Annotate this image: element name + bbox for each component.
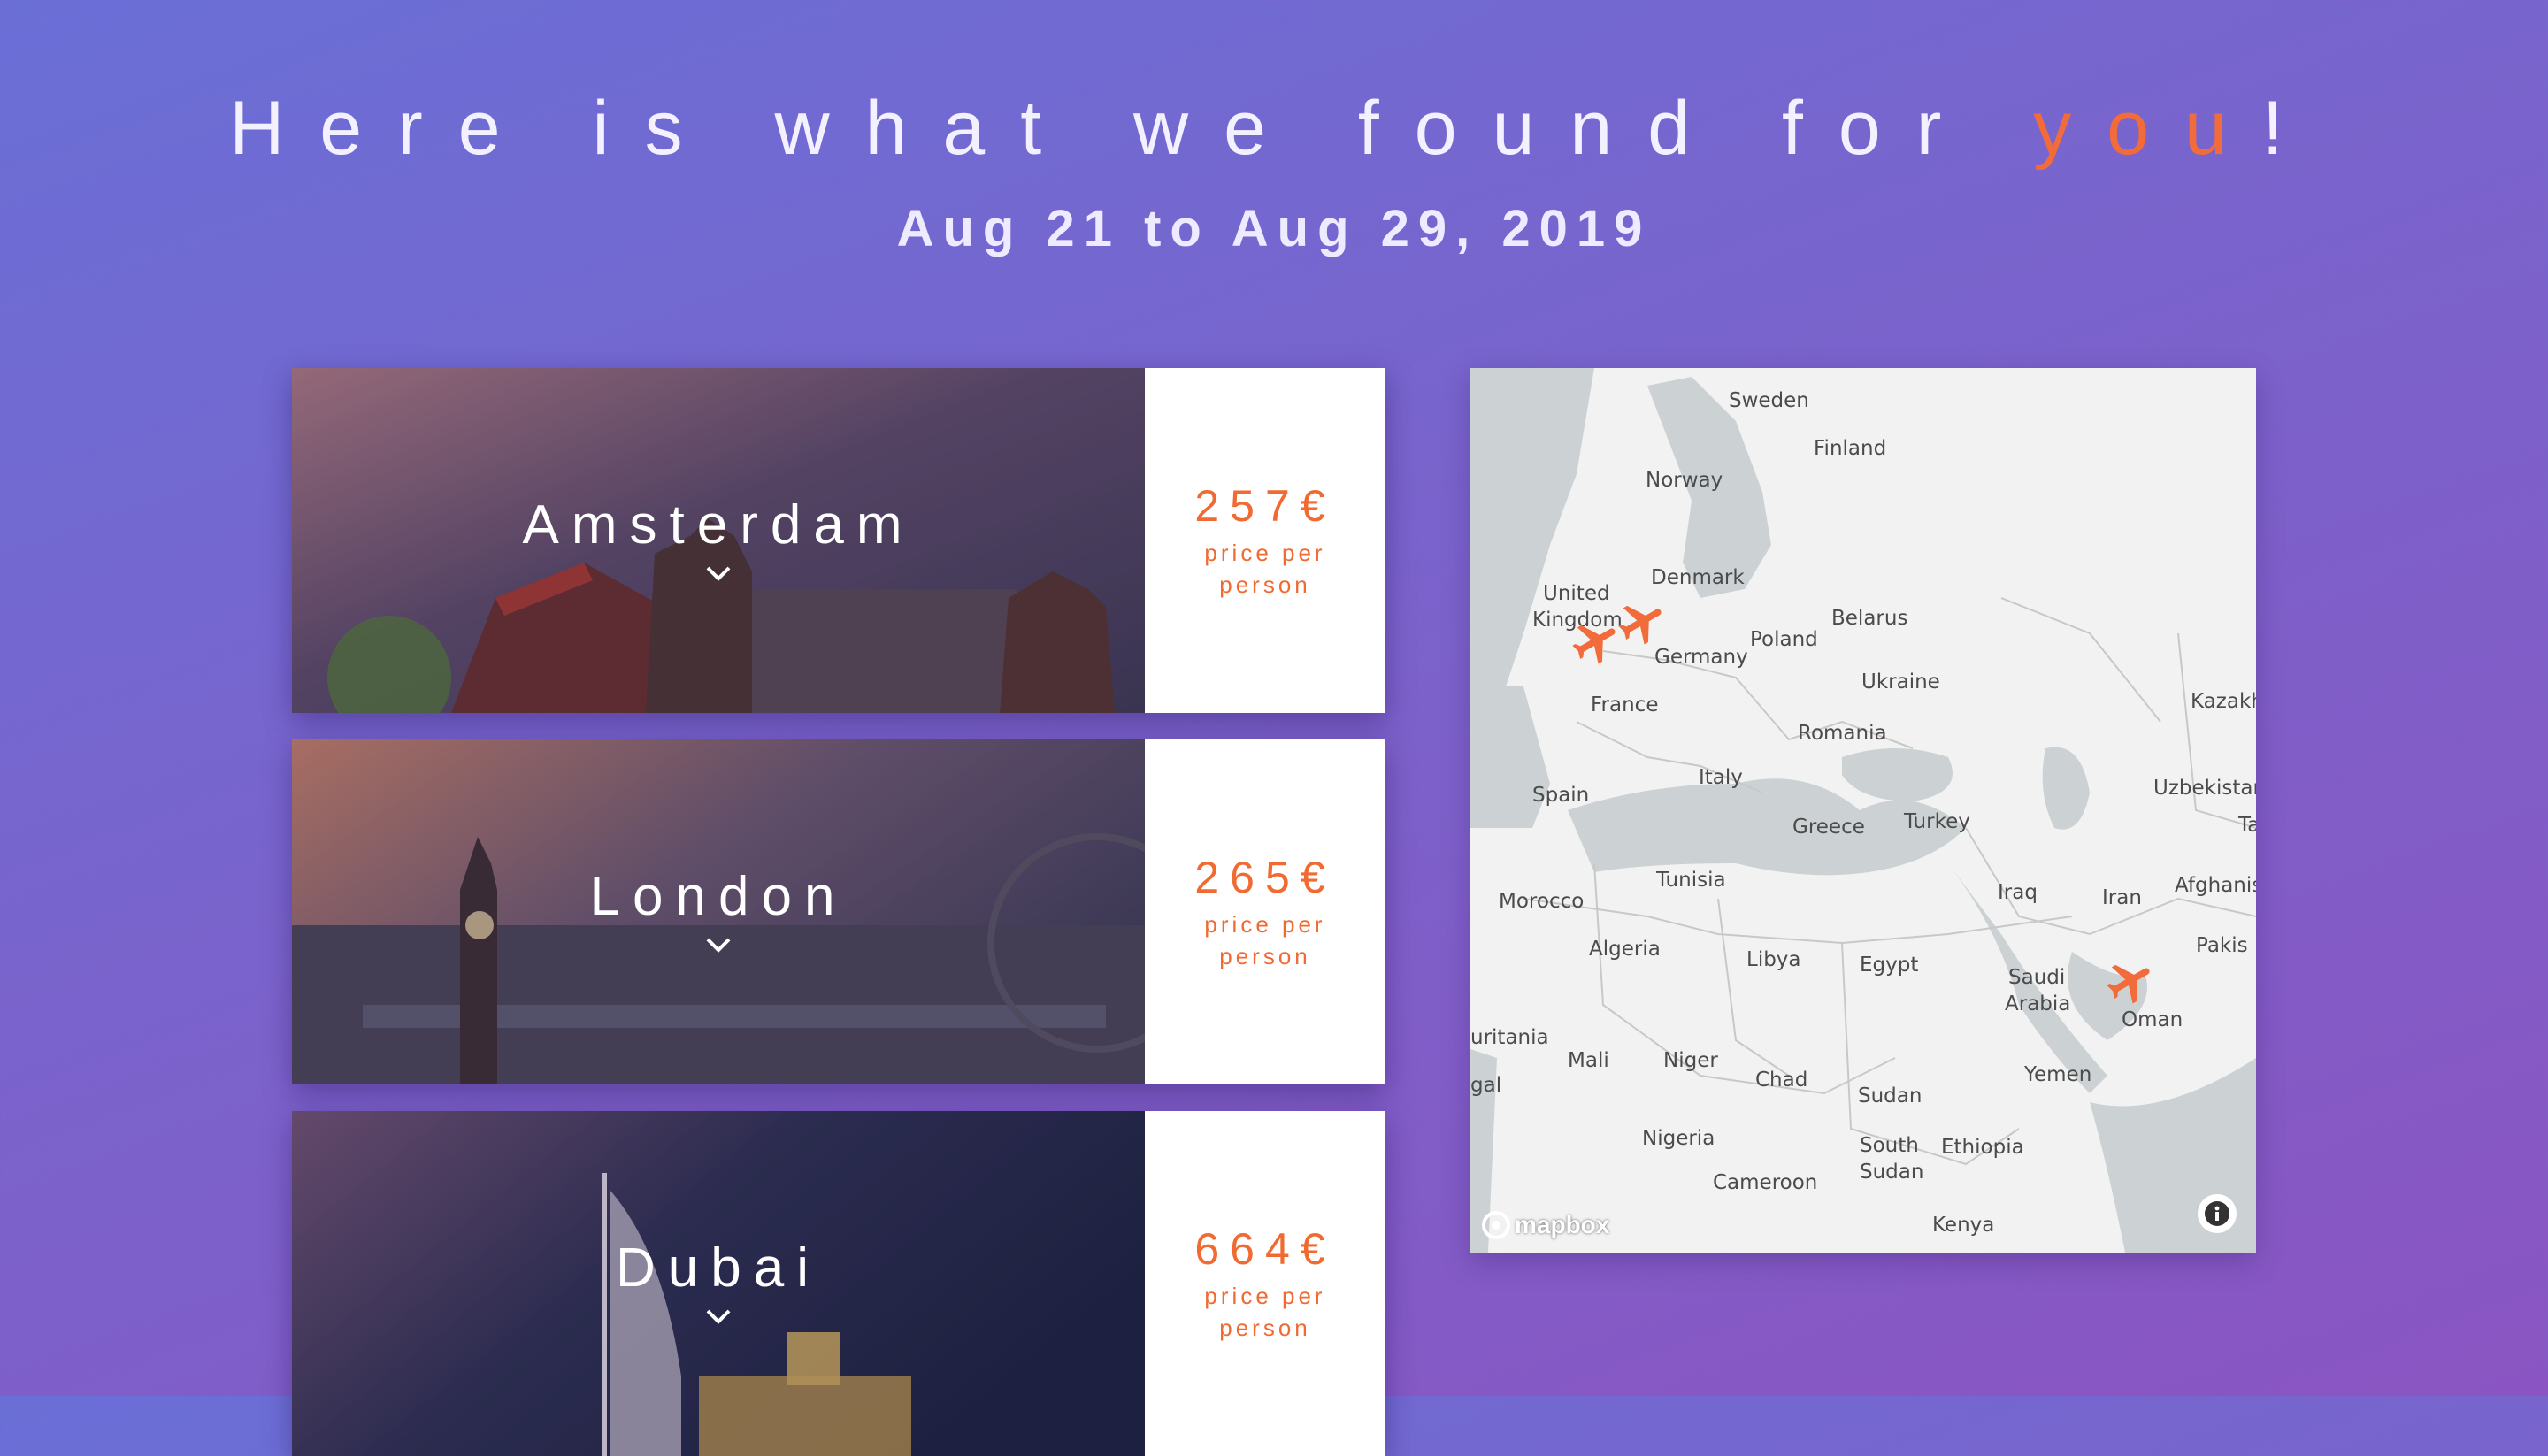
price-box: 257€ price per person — [1145, 368, 1385, 713]
price-box: 265€ price per person — [1145, 739, 1385, 1084]
result-card-amsterdam[interactable]: Amsterdam 257€ price per person — [292, 368, 1385, 713]
map-label: Uzbekistan — [2153, 777, 2256, 800]
map-label: Ta — [2238, 814, 2256, 837]
mapbox-logo[interactable]: mapbox — [1481, 1210, 1609, 1240]
map-label: Algeria — [1589, 938, 1661, 961]
map-label: Norway — [1646, 469, 1723, 492]
price-value: 664€ — [1194, 1224, 1336, 1274]
map-label: Arabia — [2005, 992, 2071, 1015]
city-name: London — [589, 866, 848, 927]
map-label: Oman — [2122, 1008, 2183, 1031]
map-label: Cameroon — [1713, 1171, 1818, 1194]
map-label: Belarus — [1831, 607, 1908, 630]
map-label: Sudan — [1858, 1084, 1923, 1107]
headline-end: ! — [2261, 86, 2319, 171]
price-label: price per person — [1204, 911, 1326, 969]
city-name: Amsterdam — [522, 494, 915, 556]
map-label: Egypt — [1860, 954, 1919, 977]
map-label: Libya — [1746, 948, 1801, 971]
map-label: Kenya — [1932, 1214, 1995, 1237]
map-label: Mali — [1568, 1049, 1609, 1072]
info-icon[interactable] — [2198, 1194, 2237, 1233]
map-label: uritania — [1470, 1026, 1549, 1049]
map-label: Iraq — [1998, 881, 2038, 904]
map-label: Sudan — [1860, 1161, 1924, 1184]
map-label: Ethiopia — [1941, 1136, 2024, 1159]
map-label: Yemen — [2024, 1063, 2092, 1086]
map-label: United — [1543, 582, 1610, 605]
map-label: Kazakh — [2191, 690, 2256, 713]
chevron-down-icon[interactable] — [292, 936, 1145, 958]
city-photo-amsterdam: Amsterdam — [292, 368, 1145, 713]
map-label: Niger — [1663, 1049, 1718, 1072]
price-box: 664€ price per person — [1145, 1111, 1385, 1456]
map-label: Sweden — [1729, 389, 1809, 412]
headline-accent: you — [2033, 86, 2262, 171]
map-label: Chad — [1755, 1069, 1808, 1092]
destinations-map[interactable]: Sweden Finland Norway Denmark United Kin… — [1470, 368, 2256, 1253]
map-label: Spain — [1532, 784, 1590, 807]
map-label: France — [1591, 694, 1659, 717]
map-label: Saudi — [2008, 966, 2066, 989]
headline-text: Here is what we found for — [229, 86, 2034, 171]
map-label: Greece — [1792, 816, 1865, 839]
page-headline: Here is what we found for you! — [0, 80, 2548, 177]
map-label: Finland — [1814, 437, 1887, 460]
map-label: gal — [1470, 1074, 1502, 1097]
price-value: 257€ — [1194, 481, 1336, 531]
mapbox-icon — [1482, 1211, 1510, 1239]
map-label: Italy — [1699, 766, 1743, 789]
map-label: Nigeria — [1642, 1127, 1715, 1150]
map-label: Turkey — [1904, 810, 1970, 833]
chevron-down-icon[interactable] — [292, 1307, 1145, 1330]
result-card-dubai[interactable]: Dubai 664€ price per person — [292, 1111, 1385, 1456]
city-photo-dubai: Dubai — [292, 1111, 1145, 1456]
map-label: Iran — [2102, 886, 2142, 909]
map-label: Pakis — [2196, 934, 2248, 957]
date-range: Aug 21 to Aug 29, 2019 — [896, 200, 1652, 257]
map-label: Romania — [1798, 722, 1887, 745]
price-value: 265€ — [1194, 853, 1336, 902]
price-label: price per person — [1204, 540, 1326, 598]
chevron-down-icon[interactable] — [292, 564, 1145, 586]
plane-marker-icon[interactable] — [2104, 955, 2157, 1008]
plane-marker-icon[interactable] — [1569, 616, 1623, 669]
map-label: Afghanis — [2175, 874, 2256, 897]
plane-marker-icon[interactable] — [1616, 596, 1669, 649]
price-label: price per person — [1204, 1283, 1326, 1341]
map-label: Tunisia — [1656, 869, 1726, 892]
map-label: Morocco — [1499, 890, 1585, 913]
mapbox-text: mapbox — [1515, 1211, 1610, 1238]
city-name: Dubai — [616, 1238, 821, 1299]
city-photo-london: London — [292, 739, 1145, 1084]
map-label: Ukraine — [1861, 671, 1940, 694]
map-label: Denmark — [1651, 566, 1745, 589]
map-basemap — [1470, 368, 2256, 1253]
result-card-london[interactable]: London 265€ price per person — [292, 739, 1385, 1084]
map-label: Poland — [1750, 628, 1818, 651]
map-label: South — [1860, 1134, 1919, 1157]
